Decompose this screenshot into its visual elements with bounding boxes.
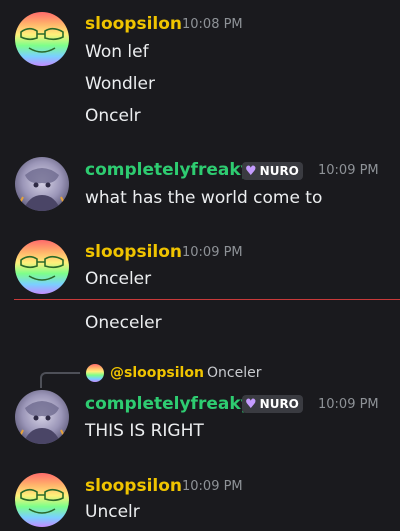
heart-icon: ♥: [245, 163, 257, 179]
sketch-avatar-icon: [15, 390, 69, 444]
timestamp: 10:09 PM: [182, 245, 243, 260]
new-messages-divider: [14, 299, 400, 300]
reply-avatar[interactable]: [86, 364, 104, 382]
nuro-badge[interactable]: ♥ NURO: [242, 162, 303, 180]
message-text: Wondler: [85, 74, 155, 94]
timestamp: 10:08 PM: [182, 17, 243, 32]
reply-username[interactable]: @sloopsilon: [110, 365, 204, 381]
heart-icon: ♥: [245, 396, 257, 412]
avatar-sloopsilon[interactable]: [15, 240, 69, 294]
message-text: Onceler: [85, 269, 152, 289]
avatar-sloopsilon[interactable]: [15, 473, 69, 527]
rainbow-avatar-icon: [86, 364, 104, 382]
message-text: Oncelr: [85, 106, 141, 126]
username[interactable]: sloopsilon: [85, 242, 182, 262]
username[interactable]: completelyfreaky: [85, 394, 252, 414]
message-text: Oneceler: [85, 313, 162, 333]
badge-label: NURO: [259, 164, 299, 178]
username[interactable]: sloopsilon: [85, 476, 182, 496]
rainbow-avatar-icon: [15, 240, 69, 294]
sketch-avatar-icon: [15, 157, 69, 211]
message-text: THIS IS RIGHT: [85, 421, 204, 441]
avatar-completelyfreaky[interactable]: [15, 390, 69, 444]
rainbow-avatar-icon: [15, 12, 69, 66]
message-text: Won lef: [85, 42, 149, 62]
username[interactable]: sloopsilon: [85, 14, 182, 34]
badge-label: NURO: [259, 397, 299, 411]
timestamp: 10:09 PM: [318, 163, 379, 178]
message-text: what has the world come to: [85, 188, 323, 208]
message-text: Uncelr: [85, 502, 140, 522]
nuro-badge[interactable]: ♥ NURO: [242, 395, 303, 413]
reply-connector: [40, 372, 80, 388]
username[interactable]: completelyfreaky: [85, 160, 252, 180]
reply-preview-text[interactable]: Onceler: [207, 365, 261, 381]
rainbow-avatar-icon: [15, 473, 69, 527]
avatar-completelyfreaky[interactable]: [15, 157, 69, 211]
avatar-sloopsilon[interactable]: [15, 12, 69, 66]
timestamp: 10:09 PM: [182, 479, 243, 494]
timestamp: 10:09 PM: [318, 397, 379, 412]
